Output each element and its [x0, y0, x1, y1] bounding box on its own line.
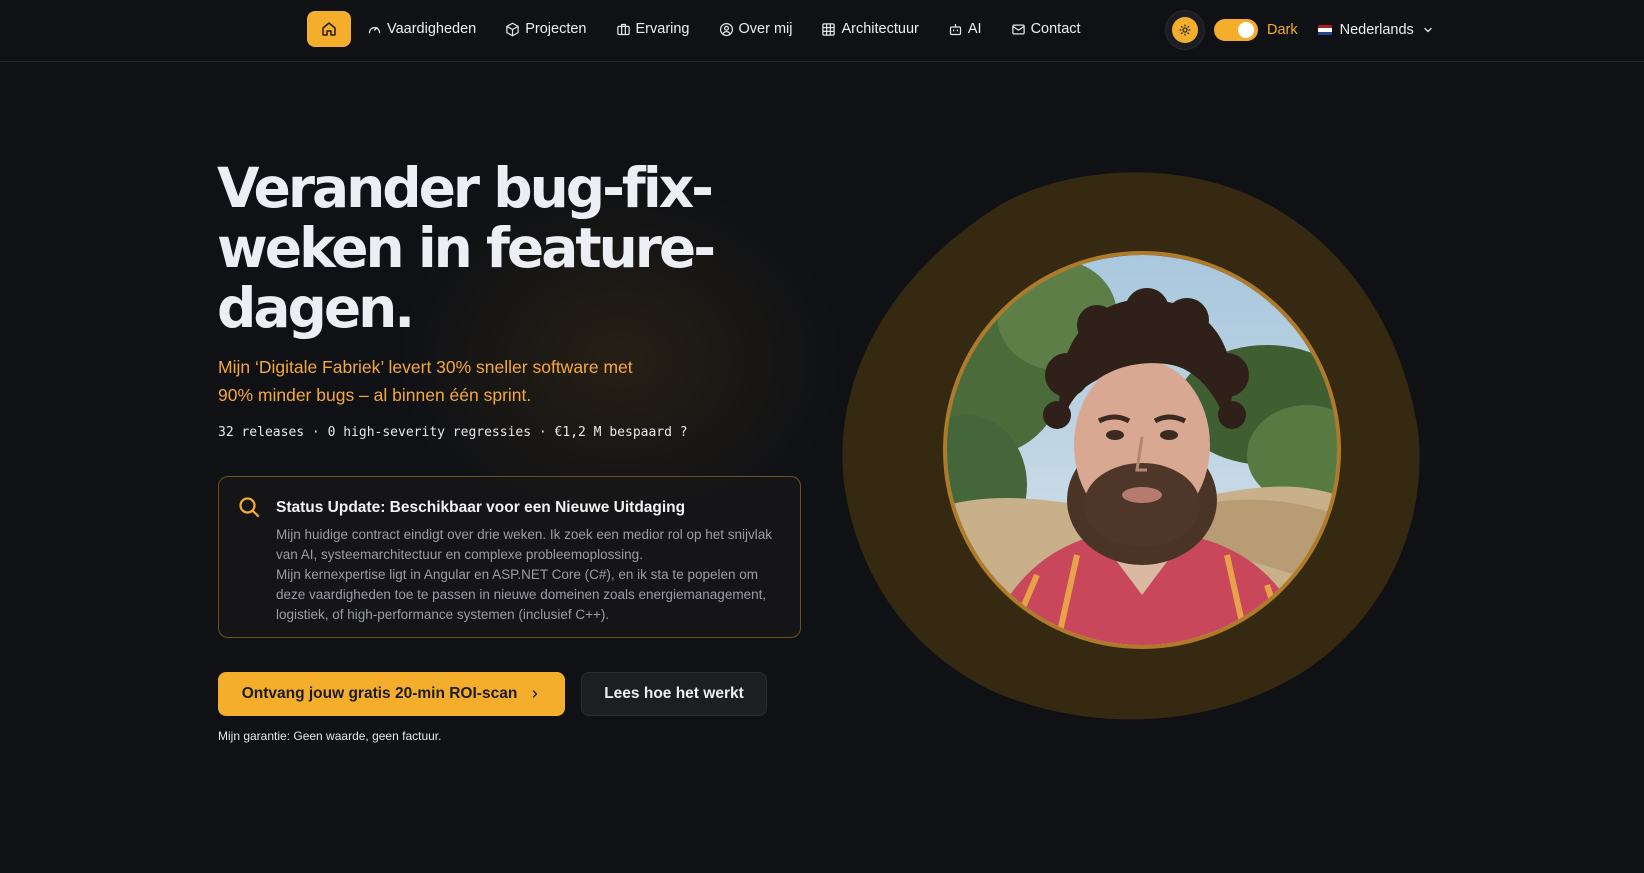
guarantee-text: Mijn garantie: Geen waarde, geen factuur…: [218, 729, 442, 743]
nav-item-projecten[interactable]: Projecten: [505, 21, 587, 37]
home-button[interactable]: [307, 11, 351, 47]
nav-label: Projecten: [525, 21, 587, 37]
grid-icon: [822, 22, 836, 36]
status-title: Status Update: Beschikbaar voor een Nieu…: [276, 499, 686, 516]
toggle-knob: [1238, 22, 1254, 38]
language-label: Nederlands: [1339, 22, 1414, 38]
dark-mode-toggle[interactable]: [1214, 19, 1258, 41]
language-select[interactable]: Nederlands: [1317, 22, 1434, 38]
mail-icon: [1011, 24, 1025, 34]
chevron-right-icon: [533, 690, 538, 698]
status-card: Status Update: Beschikbaar voor een Nieu…: [218, 476, 801, 638]
nav-label: Contact: [1030, 21, 1081, 37]
home-icon: [322, 22, 336, 36]
learn-more-button[interactable]: Lees hoe het werkt: [581, 672, 767, 716]
chevron-down-icon: [1424, 27, 1432, 33]
status-body: Mijn huidige contract eindigt over drie …: [276, 525, 786, 625]
nav-item-ai[interactable]: AI: [948, 21, 982, 37]
robot-icon: [949, 23, 961, 35]
main-nav: Vaardigheden Projecten Ervaring Over mij…: [307, 11, 1081, 47]
learn-more-label: Lees hoe het werkt: [604, 685, 744, 702]
status-paragraph: Mijn huidige contract eindigt over drie …: [276, 527, 773, 562]
hero-stats: 32 releases · 0 high-severity regressies…: [218, 425, 688, 440]
portrait-illustration: [947, 255, 1337, 645]
nav-label: Vaardigheden: [387, 21, 477, 37]
hero-title: Verander bug-fix-weken in feature-dagen.: [217, 156, 716, 340]
nav-item-vaardigheden[interactable]: Vaardigheden: [367, 21, 476, 37]
header-tools: Dark Nederlands: [1165, 10, 1434, 50]
theme-button[interactable]: [1165, 10, 1205, 50]
profile-photo: [943, 251, 1341, 649]
theme-button-badge: [1172, 17, 1198, 43]
page: Vaardigheden Projecten Ervaring Over mij…: [0, 0, 1644, 873]
nav-label: AI: [967, 21, 982, 37]
flag-nl-icon: [1317, 25, 1332, 35]
user-circle-icon: [719, 22, 733, 36]
nav-item-architectuur[interactable]: Architectuur: [821, 21, 919, 37]
roi-scan-button[interactable]: Ontvang jouw gratis 20-min ROI-scan: [218, 672, 565, 716]
nav-item-ervaring[interactable]: Ervaring: [616, 21, 690, 37]
nav-label: Ervaring: [635, 21, 690, 37]
top-navbar: Vaardigheden Projecten Ervaring Over mij…: [0, 0, 1644, 62]
roi-scan-label: Ontvang jouw gratis 20-min ROI-scan: [241, 685, 518, 702]
hero-subtitle: Mijn ‘Digitale Fabriek’ levert 30% snell…: [218, 357, 633, 405]
gauge-icon: [368, 26, 381, 33]
box-icon: [506, 22, 519, 36]
nav-label: Architectuur: [841, 21, 919, 37]
nav-item-over-mij[interactable]: Over mij: [719, 21, 793, 37]
nav-item-contact[interactable]: Contact: [1011, 21, 1081, 37]
search-icon: [239, 497, 260, 518]
dark-mode-label: Dark: [1267, 22, 1298, 38]
status-paragraph: Mijn kernexpertise ligt in Angular en AS…: [276, 567, 767, 622]
sun-icon: [1179, 24, 1191, 36]
nav-label: Over mij: [738, 21, 793, 37]
briefcase-icon: [616, 23, 630, 35]
